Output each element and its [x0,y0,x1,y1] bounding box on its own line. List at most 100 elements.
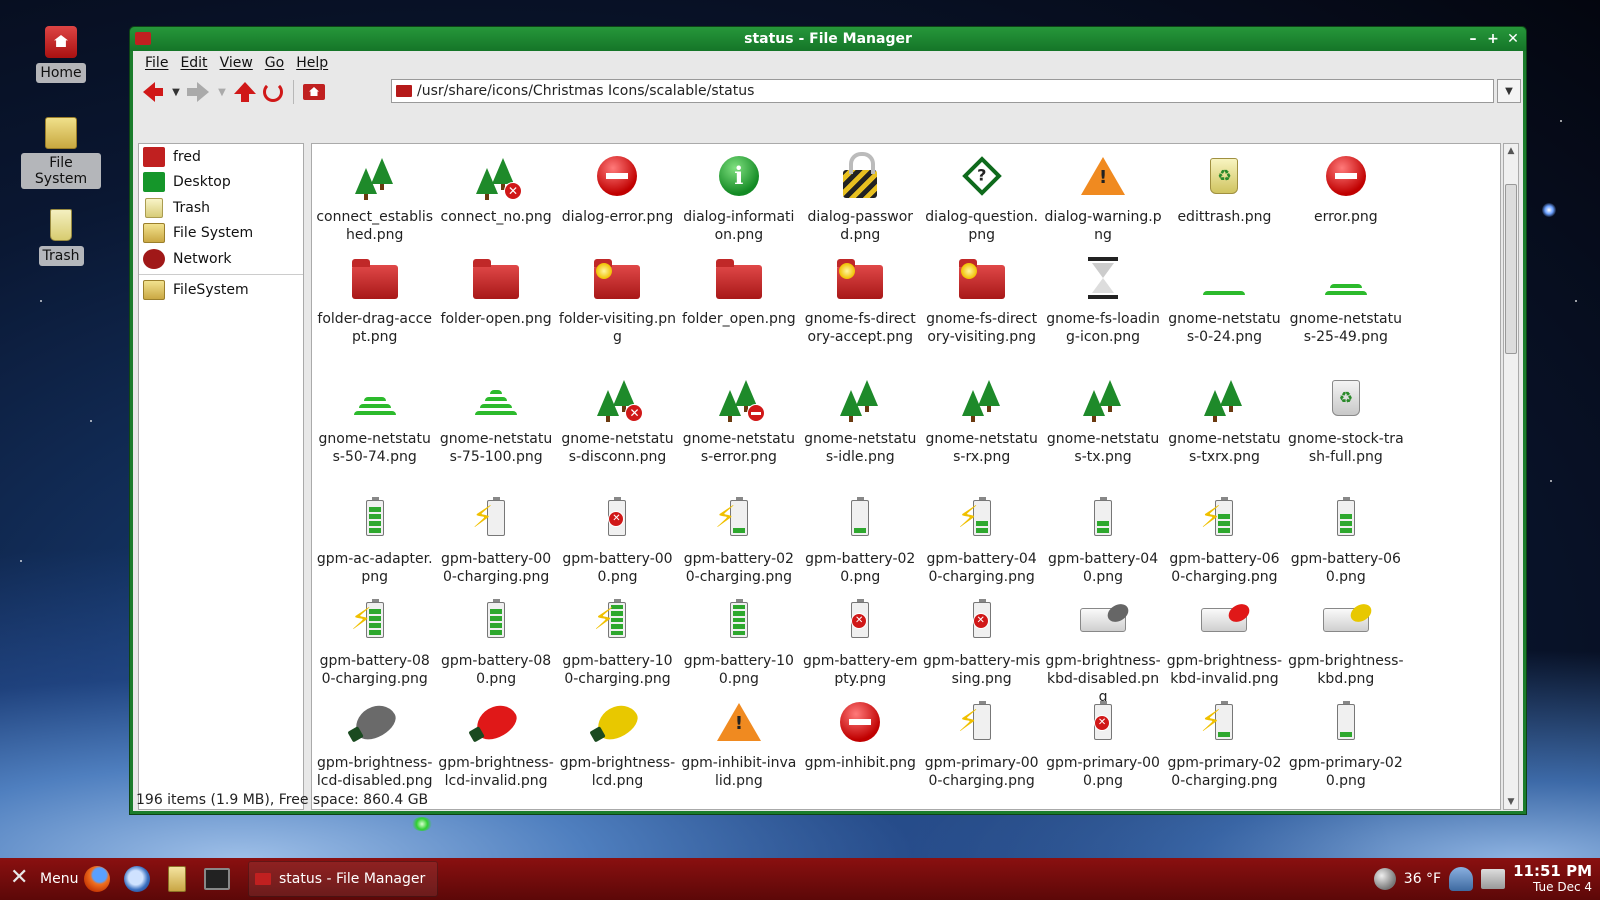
sidebar-item-trash[interactable]: Trash [139,195,303,221]
menu-go[interactable]: Go [259,53,290,73]
sidebar-bookmark-filesystem[interactable]: FileSystem [139,278,303,304]
file-item[interactable]: gnome-netstatus-25-49.png [1285,246,1406,366]
menu-view[interactable]: View [214,53,259,73]
file-item[interactable]: gnome-netstatus-txrx.png [1164,366,1285,486]
file-item[interactable]: ⚡ gpm-battery-000-charging.png [435,486,556,588]
file-item[interactable]: gpm-brightness-lcd-disabled.png [314,690,435,792]
file-item[interactable]: i dialog-information.png [678,144,799,246]
terminal-launcher[interactable] [200,862,234,896]
file-item[interactable]: ? dialog-question.png [921,144,1042,246]
vertical-scrollbar[interactable]: ▲ ▼ [1503,143,1519,810]
minimize-button[interactable]: – [1466,27,1480,51]
file-item[interactable]: ⚡ gpm-battery-080-charging.png [314,588,435,690]
sidebar-item-file-system[interactable]: File System [139,221,303,247]
start-menu-button[interactable]: Menu [0,858,80,900]
file-item[interactable]: gnome-netstatus-tx.png [1042,366,1163,486]
file-item[interactable]: folder-drag-accept.png [314,246,435,366]
file-item[interactable]: error.png [1285,144,1406,246]
file-item[interactable]: gpm-battery-060.png [1285,486,1406,588]
file-item[interactable]: dialog-password.png [800,144,921,246]
taskbar-window-button[interactable]: status - File Manager [248,861,438,897]
reload-button[interactable] [259,78,287,106]
firefox-launcher[interactable] [80,862,114,896]
file-item[interactable]: gpm-inhibit-invalid.png [678,690,799,792]
sidebar-item-network[interactable]: Network [139,246,303,272]
file-item[interactable]: ⚡ gpm-primary-020-charging.png [1164,690,1285,792]
home-button[interactable] [300,78,328,106]
file-item[interactable]: ♻ gnome-stock-trash-full.png [1285,366,1406,486]
location-dropdown-button[interactable]: ▼ [1497,79,1521,103]
clock[interactable]: 11:51 PM Tue Dec 4 [1513,863,1592,895]
back-button[interactable] [139,78,167,106]
weather-temperature[interactable]: 36 °F [1404,871,1441,887]
file-item[interactable]: ♻ edittrash.png [1164,144,1285,246]
file-item[interactable]: gnome-fs-loading-icon.png [1042,246,1163,366]
file-item[interactable]: gpm-ac-adapter.png [314,486,435,588]
file-item[interactable]: gnome-netstatus-idle.png [800,366,921,486]
file-item[interactable]: gpm-brightness-kbd.png [1285,588,1406,690]
user-icon[interactable] [1449,867,1474,891]
sidebar-item-fred[interactable]: fred [139,144,303,170]
forward-history-button[interactable]: ▼ [213,78,231,106]
back-history-button[interactable]: ▼ [167,78,185,106]
file-item[interactable]: gnome-netstatus-error.png [678,366,799,486]
file-item[interactable]: gpm-brightness-lcd-invalid.png [435,690,556,792]
desktop-icon-home[interactable]: Home [21,26,101,83]
file-item[interactable]: gpm-battery-020.png [800,486,921,588]
desktop-icon-file-system[interactable]: File System [21,117,101,189]
file-item[interactable]: gnome-netstatus-rx.png [921,366,1042,486]
file-item[interactable]: ⚡ gpm-battery-100-charging.png [557,588,678,690]
maximize-button[interactable]: + [1486,27,1500,51]
weather-icon[interactable] [1373,868,1396,890]
desktop-icon-trash[interactable]: Trash [21,209,101,266]
file-item[interactable]: ✕ gpm-battery-000.png [557,486,678,588]
file-item[interactable]: gpm-brightness-kbd-invalid.png [1164,588,1285,690]
file-item[interactable]: gpm-primary-020.png [1285,690,1406,792]
file-item[interactable]: gpm-battery-040.png [1042,486,1163,588]
title-bar[interactable]: status - File Manager – + ✕ [130,27,1526,51]
file-item[interactable]: gnome-fs-directory-visiting.png [921,246,1042,366]
file-item[interactable]: ⚡ gpm-primary-000-charging.png [921,690,1042,792]
file-item[interactable]: dialog-warning.png [1042,144,1163,246]
file-item[interactable]: gpm-brightness-kbd-disabled.png [1042,588,1163,705]
file-item[interactable]: ⚡ gpm-battery-020-charging.png [678,486,799,588]
file-item[interactable]: gnome-netstatus-50-74.png [314,366,435,486]
location-bar[interactable]: /usr/share/icons/Christmas Icons/scalabl… [391,79,1494,103]
forward-button[interactable] [185,78,213,106]
file-item[interactable]: folder-open.png [435,246,556,366]
file-item[interactable]: ⚡ gpm-battery-040-charging.png [921,486,1042,588]
file-item[interactable]: ✕ gnome-netstatus-disconn.png [557,366,678,486]
error-icon [591,150,643,202]
file-item[interactable]: dialog-error.png [557,144,678,246]
network-status-icon[interactable] [1481,869,1506,889]
file-name: gpm-battery-000.png [562,551,673,585]
sidebar-item-label: fred [173,148,201,165]
file-item[interactable]: ⚡ gpm-battery-060-charging.png [1164,486,1285,588]
sidebar-item-desktop[interactable]: Desktop [139,170,303,196]
file-manager-launcher[interactable] [160,862,194,896]
menu-file[interactable]: File [139,53,174,73]
location-path: /usr/share/icons/Christmas Icons/scalabl… [417,83,755,99]
scroll-up-button[interactable]: ▲ [1504,144,1518,158]
close-button[interactable]: ✕ [1506,27,1520,51]
file-item[interactable]: gnome-fs-directory-accept.png [800,246,921,366]
file-item[interactable]: gpm-inhibit.png [800,690,921,792]
file-item[interactable]: folder_open.png [678,246,799,366]
file-item[interactable]: connect_established.png [314,144,435,246]
file-item[interactable]: gpm-battery-080.png [435,588,556,690]
file-item[interactable]: ✕ gpm-battery-empty.png [800,588,921,690]
up-button[interactable] [231,78,259,106]
thunderbird-launcher[interactable] [120,862,154,896]
file-item[interactable]: ✕ gpm-primary-000.png [1042,690,1163,792]
menu-help[interactable]: Help [290,53,334,73]
file-item[interactable]: ✕ connect_no.png [435,144,556,246]
file-item[interactable]: folder-visiting.png [557,246,678,366]
menu-edit[interactable]: Edit [174,53,213,73]
scrollbar-thumb[interactable] [1505,184,1517,354]
file-item[interactable]: gnome-netstatus-0-24.png [1164,246,1285,366]
file-item[interactable]: gnome-netstatus-75-100.png [435,366,556,486]
window-controls: – + ✕ [1466,27,1520,51]
file-item[interactable]: gpm-brightness-lcd.png [557,690,678,792]
file-item[interactable]: gpm-battery-100.png [678,588,799,690]
file-item[interactable]: ✕ gpm-battery-missing.png [921,588,1042,690]
